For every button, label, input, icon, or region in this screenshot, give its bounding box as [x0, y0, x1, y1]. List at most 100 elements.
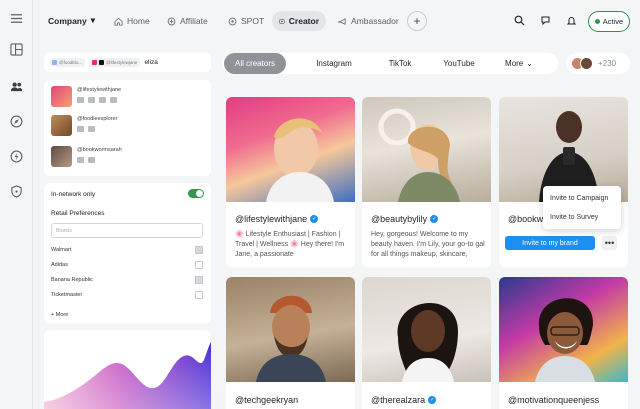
instagram-icon [92, 60, 98, 65]
creator-handle: @lifestylewithjane [77, 87, 122, 93]
nav-tab-home[interactable]: Home [107, 11, 157, 31]
company-selector[interactable]: Company ▾ [48, 15, 95, 26]
menu-item-invite-to-survey[interactable]: Invite to Survey [550, 214, 598, 221]
twitter-icon [77, 157, 84, 163]
creator-icon [279, 19, 285, 23]
youtube-icon [88, 157, 95, 163]
invite-to-brand-button[interactable]: Invite to my brand [505, 236, 595, 250]
creator-handle[interactable]: @motivationqueenjess [508, 395, 599, 405]
brands-placeholder: Brands [56, 228, 72, 234]
menu-icon[interactable] [9, 11, 24, 26]
chip-label: @lifestylewjane [106, 60, 138, 65]
nav-tab-ambassador[interactable]: Ambassador [331, 11, 406, 31]
invite-button-label: Invite to my brand [522, 239, 578, 247]
creator-bio: Hey, gorgeous! Welcome to my beauty have… [371, 231, 485, 258]
nav-tab-label: Ambassador [351, 16, 399, 26]
brand-option[interactable]: Banana Republic [51, 275, 203, 285]
tab-youtube[interactable]: YouTube [436, 53, 482, 74]
list-item[interactable]: @bookwormsarah [51, 146, 122, 170]
brand-option[interactable]: Adidas [51, 260, 203, 270]
twitter-icon [52, 60, 57, 65]
platform-tabs: All creators Instagram TikTok YouTube Mo… [222, 53, 558, 74]
brand-checkbox[interactable] [195, 261, 203, 269]
social-icons [77, 97, 121, 103]
search-chip[interactable]: @foodblo... [49, 58, 86, 67]
nav-tab-spot[interactable]: SPOT [221, 11, 271, 31]
tab-label: TikTok [388, 59, 412, 68]
instagram-icon [77, 126, 84, 132]
nav-tab-label: Affiliate [180, 16, 208, 26]
tiktok-icon [99, 60, 105, 65]
add-button[interactable]: + [407, 11, 427, 31]
tab-all-creators[interactable]: All creators [224, 53, 286, 74]
creator-handle[interactable]: @lifestylewithjane ✓ [235, 214, 319, 224]
creator-photo [499, 277, 628, 382]
search-chip[interactable]: @lifestylewjane [89, 58, 141, 67]
creator-card[interactable]: @beautybylily ✓ Hey, gorgeous! Welcome to… [362, 97, 491, 267]
affiliate-icon [167, 17, 176, 25]
bolt-icon[interactable] [9, 149, 24, 164]
brand-option[interactable]: Ticketmaster [51, 290, 203, 300]
people-icon[interactable] [9, 79, 24, 94]
creator-card[interactable]: @therealzara ✓ [362, 277, 491, 409]
company-label: Company [48, 15, 87, 26]
creator-search[interactable]: @foodblo... @lifestylewjane eliza [44, 53, 211, 72]
brand-checkbox[interactable] [195, 276, 203, 284]
brand-label: Ticketmaster [51, 292, 83, 298]
brand-label: Adidas [51, 262, 68, 268]
search-icon[interactable] [514, 15, 525, 26]
creator-photo [226, 277, 355, 382]
filters-panel: In-network only Retail Preferences Brand… [44, 183, 211, 323]
nav-tab-affiliate[interactable]: Affiliate [160, 11, 215, 31]
brand-checkbox[interactable] [195, 246, 203, 254]
creator-card[interactable]: @lifestylewithjane ✓ 🌸 Lifestyle Enthusia… [226, 97, 355, 267]
more-brands-link[interactable]: + More [51, 312, 68, 318]
social-icons [77, 126, 117, 132]
add-button-label: + [413, 14, 421, 28]
brands-input[interactable]: Brands [51, 223, 203, 238]
tab-label: YouTube [443, 59, 475, 68]
tab-label: More [505, 59, 524, 68]
creator-bio: 🌸 Lifestyle Enthusiast | Fashion | Trave… [235, 231, 345, 258]
avatar [580, 57, 593, 70]
creator-photo [362, 97, 491, 202]
creator-avatars-group[interactable]: +230 [566, 53, 630, 74]
chat-icon[interactable] [540, 15, 551, 26]
handle-text: @motivationqueenjess [508, 395, 600, 405]
compass-icon[interactable] [9, 114, 24, 129]
brand-checkbox[interactable] [195, 291, 203, 299]
creator-card[interactable]: @techgeekryan [226, 277, 355, 409]
shield-icon[interactable] [9, 184, 24, 199]
search-query[interactable]: eliza [144, 59, 157, 66]
tab-more[interactable]: More ⌄ [500, 53, 538, 74]
bell-icon[interactable] [566, 15, 577, 26]
creator-card[interactable]: @motivationqueenjess [499, 277, 628, 409]
in-network-toggle[interactable] [188, 189, 204, 198]
chevron-down-icon: ⌄ [526, 59, 533, 68]
dashboard-icon[interactable] [9, 42, 24, 57]
home-icon [114, 17, 123, 26]
brand-option[interactable]: Walmart [51, 245, 203, 255]
brand-label: Walmart [51, 247, 72, 253]
creator-card[interactable]: @bookwo Invite to my brand ••• [499, 97, 628, 267]
avatar [51, 146, 72, 167]
retail-preferences-title: Retail Preferences [51, 210, 105, 217]
status-badge[interactable]: Active [588, 11, 630, 32]
nav-tab-creator[interactable]: Creator [272, 11, 326, 31]
creator-handle[interactable]: @beautybylily ✓ [371, 214, 439, 224]
creator-handle[interactable]: @techgeekryan [235, 395, 298, 405]
nav-tab-label: Home [127, 16, 150, 26]
list-item[interactable]: @lifestylewithjane [51, 86, 121, 110]
tab-instagram[interactable]: Instagram [308, 53, 360, 74]
ambassador-icon [338, 17, 346, 25]
more-options-button[interactable]: ••• [602, 236, 617, 250]
creator-handle[interactable]: @therealzara ✓ [371, 395, 437, 405]
selected-creators-list: @lifestylewithjane @foodieexplorer @book… [44, 80, 211, 176]
area-chart [44, 342, 211, 409]
menu-item-invite-to-campaign[interactable]: Invite to Campaign [550, 195, 608, 202]
tab-label: All creators [234, 59, 275, 68]
left-rail [0, 0, 33, 409]
list-item[interactable]: @foodieexplorer [51, 115, 117, 139]
verified-icon: ✓ [428, 396, 437, 404]
tab-tiktok[interactable]: TikTok [380, 53, 420, 74]
